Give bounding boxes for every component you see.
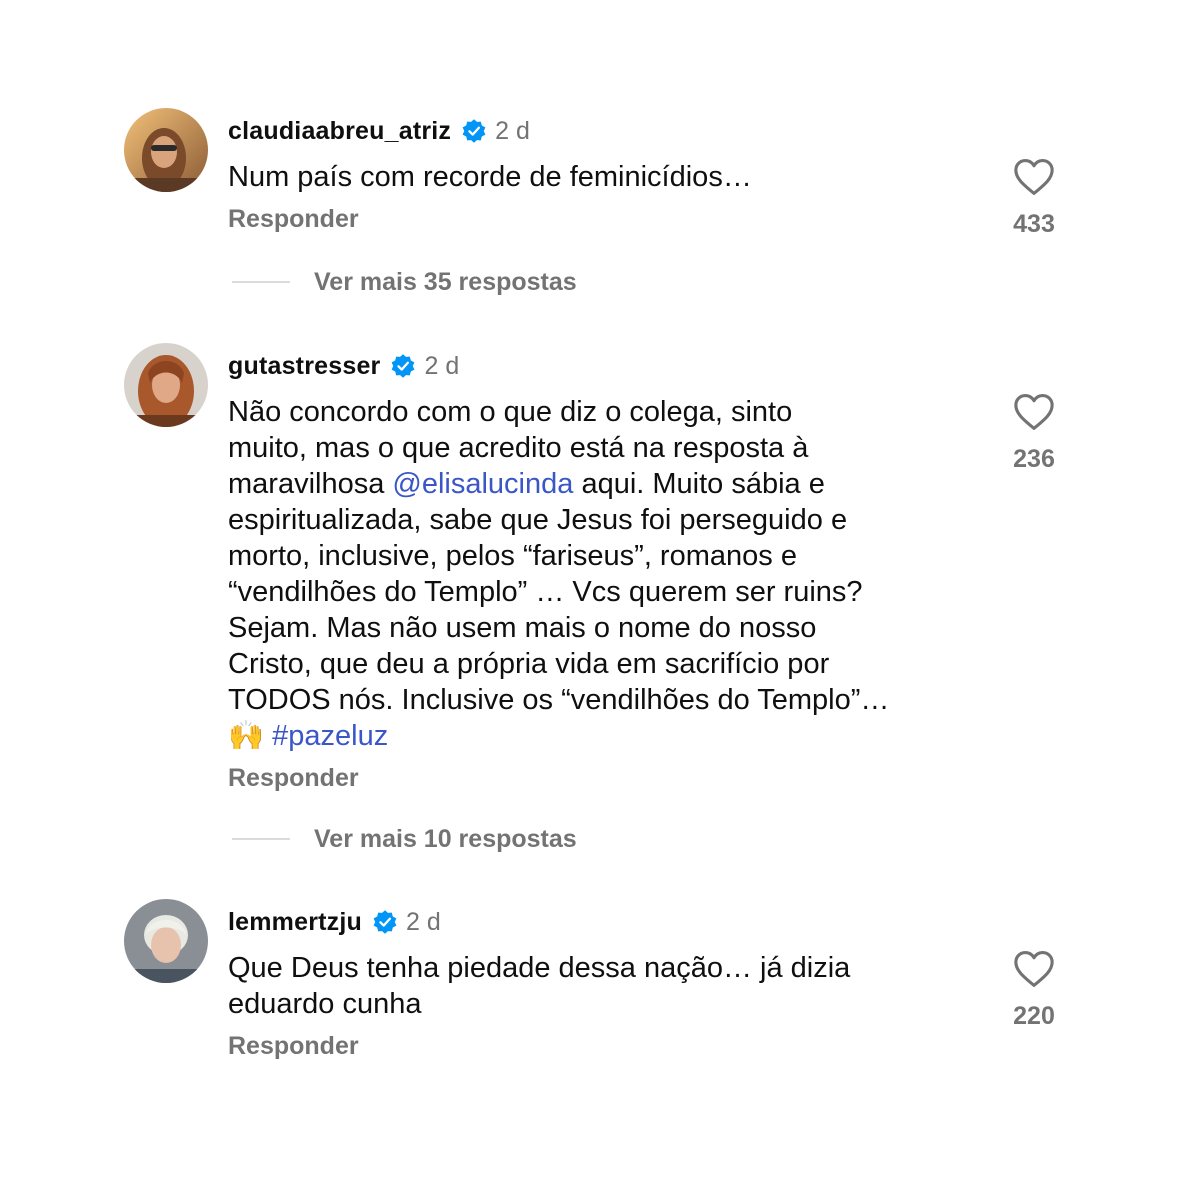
verified-badge-icon (390, 353, 416, 379)
comment-text: Não concordo com o que diz o colega, sin… (228, 394, 968, 754)
comment-time: 2 d (405, 907, 441, 936)
like-group: 220 (1000, 950, 1068, 1031)
heart-icon[interactable] (1000, 158, 1068, 196)
comment-time: 2 d (495, 116, 530, 145)
hashtag-link[interactable]: #pazeluz (272, 720, 388, 752)
heart-icon[interactable] (1000, 393, 1068, 431)
comments-page: claudiaabreu_atriz 2 d Num país com reco… (0, 0, 1200, 1200)
cut-off-view-more-row (232, 1093, 472, 1101)
avatar[interactable] (124, 108, 208, 192)
mention-link[interactable]: @elisalucinda (392, 468, 573, 500)
like-count: 236 (1013, 445, 1055, 473)
verified-badge-icon (372, 909, 398, 935)
like-group: 236 (1000, 393, 1068, 474)
username-link[interactable]: claudiaabreu_atriz (228, 117, 451, 146)
comment-time: 2 d (424, 351, 460, 380)
divider-line (232, 281, 290, 283)
username-link[interactable]: lemmertzju (228, 908, 362, 937)
comment-header: claudiaabreu_atriz 2 d (228, 115, 968, 147)
heart-icon[interactable] (1000, 950, 1068, 988)
comment-header: gutastresser 2 d (228, 350, 968, 382)
comment-text: Que Deus tenha piedade dessa nação… já d… (228, 952, 851, 1020)
avatar[interactable] (124, 343, 208, 427)
like-group: 433 (1000, 158, 1068, 239)
username-link[interactable]: gutastresser (228, 352, 380, 381)
view-more-replies-button[interactable]: Ver mais 10 respostas (232, 821, 577, 857)
comment-text: Num país com recorde de feminicídios… (228, 161, 752, 193)
comment-header: lemmertzju 2 d (228, 906, 968, 938)
view-more-replies-button[interactable]: Ver mais 35 respostas (232, 264, 577, 300)
reply-button[interactable]: Responder (228, 1032, 359, 1061)
comment-text-part: aqui. Muito sábia e espiritualizada, sab… (228, 468, 890, 752)
reply-button[interactable]: Responder (228, 205, 359, 234)
avatar[interactable] (124, 899, 208, 983)
verified-badge-icon (461, 118, 487, 144)
like-count: 220 (1013, 1002, 1055, 1030)
divider-line (232, 838, 290, 840)
view-more-replies-label: Ver mais 10 respostas (314, 824, 577, 853)
like-count: 433 (1013, 210, 1055, 238)
view-more-replies-label: Ver mais 35 respostas (314, 267, 577, 296)
reply-button[interactable]: Responder (228, 764, 359, 793)
